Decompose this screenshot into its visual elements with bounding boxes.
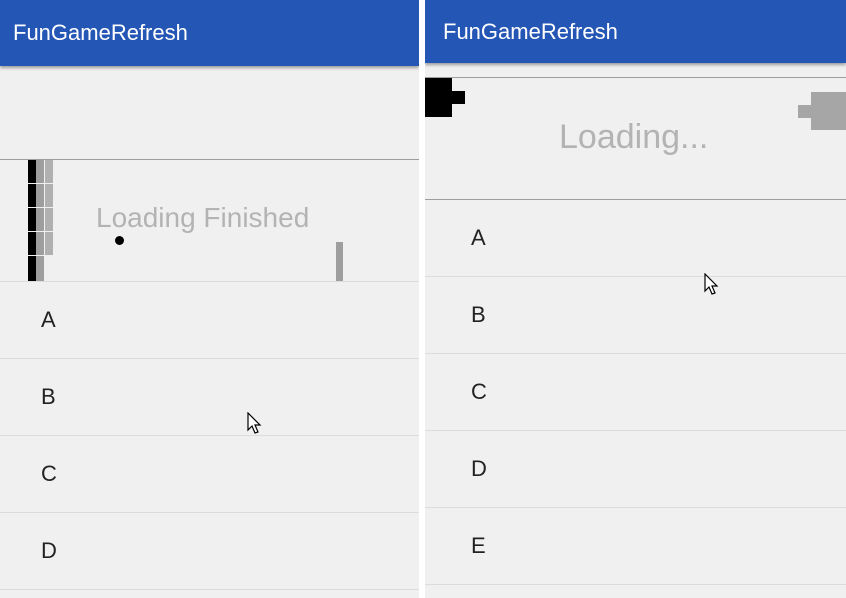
list-item-label: B	[41, 384, 56, 409]
list-item[interactable]: D	[0, 513, 419, 590]
hit-block-game-area[interactable]: Loading Finished	[0, 160, 419, 281]
list-item-label: C	[471, 379, 487, 404]
mouse-pointer-icon	[247, 412, 262, 434]
list-item-label: A	[41, 307, 56, 332]
loading-status-text: Loading...	[559, 118, 709, 156]
list-item[interactable]: E	[425, 508, 846, 585]
opponent-paddle	[811, 92, 846, 130]
list-item[interactable]: A	[425, 200, 846, 277]
loading-status-text: Loading Finished	[96, 202, 310, 233]
list-item[interactable]: A	[0, 282, 419, 359]
player-paddle[interactable]	[425, 78, 452, 117]
list-item-label: B	[471, 302, 486, 327]
app-bar: FunGameRefresh	[0, 0, 419, 66]
hit-block-game-area[interactable]: Loading...	[425, 78, 846, 199]
list-item[interactable]: B	[0, 359, 419, 436]
list-item[interactable]: D	[425, 431, 846, 508]
right-screen: FunGameRefresh Loading... A B C D E	[425, 0, 846, 598]
list-item[interactable]: C	[0, 436, 419, 513]
left-screen: FunGameRefresh Loading Finished A B C D	[0, 0, 419, 598]
list-item-label: A	[471, 225, 486, 250]
brick-column-light	[45, 160, 53, 256]
list-item-label: D	[471, 456, 487, 481]
list-item-label: C	[41, 461, 57, 486]
list-item-label: E	[471, 533, 486, 558]
ball	[115, 236, 124, 245]
brick-column-mid	[36, 160, 44, 281]
item-list: A B C D	[0, 282, 419, 590]
app-title: FunGameRefresh	[13, 20, 188, 45]
paddle[interactable]	[336, 242, 343, 281]
app-title: FunGameRefresh	[443, 19, 618, 44]
list-item[interactable]: B	[425, 277, 846, 354]
item-list: A B C D E	[425, 200, 846, 585]
brick-column-dark	[28, 160, 36, 281]
list-item[interactable]: C	[425, 354, 846, 431]
list-item-label: D	[41, 538, 57, 563]
app-bar: FunGameRefresh	[425, 0, 846, 63]
mouse-pointer-icon	[704, 273, 719, 295]
